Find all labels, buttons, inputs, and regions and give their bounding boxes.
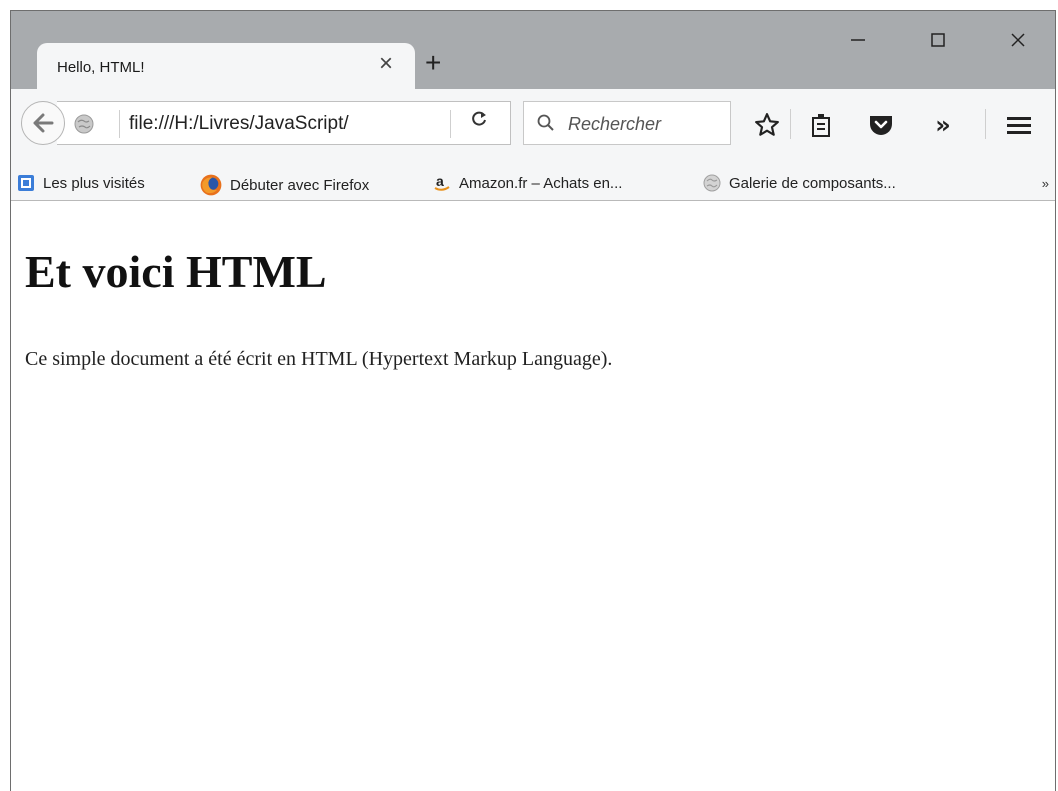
url-separator-reload [450, 110, 451, 138]
bookmarks-folder-icon [18, 175, 34, 191]
bookmark-getting-started[interactable]: Débuter avec Firefox [200, 174, 369, 196]
tab-hello-html[interactable]: Hello, HTML! × [37, 43, 415, 91]
maximize-icon[interactable] [923, 25, 953, 55]
globe-icon [703, 174, 721, 192]
more-tools-icon[interactable]: » [927, 109, 959, 141]
back-button[interactable] [21, 101, 65, 145]
bookmark-label: Les plus visités [43, 174, 145, 192]
hamburger-menu-icon[interactable] [1003, 109, 1035, 141]
page-heading: Et voici HTML [25, 246, 327, 297]
title-bar: Hello, HTML! × + [11, 11, 1055, 91]
site-identity-icon[interactable] [73, 113, 95, 140]
minimize-icon[interactable] [843, 25, 873, 55]
bookmark-label: Galerie de composants... [729, 174, 896, 192]
navigation-toolbar: file:///H:/Livres/JavaScript/ Rechercher… [11, 89, 1055, 169]
search-placeholder: Rechercher [568, 114, 662, 134]
bookmark-amazon[interactable]: a Amazon.fr – Achats en... [433, 174, 622, 192]
bookmark-star-icon[interactable] [751, 109, 783, 141]
bookmarks-overflow-icon[interactable]: » [1042, 176, 1049, 191]
close-tab-icon[interactable]: × [379, 52, 393, 76]
pocket-icon[interactable] [865, 109, 897, 141]
bookmark-label: Amazon.fr – Achats en... [459, 174, 623, 192]
reload-icon[interactable] [469, 109, 489, 135]
bookmark-component-gallery[interactable]: Galerie de composants... [703, 174, 896, 192]
toolbar-separator [985, 109, 986, 139]
firefox-icon [200, 174, 222, 196]
search-icon [536, 113, 556, 138]
url-bar[interactable]: file:///H:/Livres/JavaScript/ [57, 101, 511, 145]
toolbar-separator [790, 109, 791, 139]
svg-text:a: a [436, 174, 444, 189]
back-arrow-icon [33, 113, 54, 133]
new-tab-icon[interactable]: + [425, 49, 441, 77]
url-separator [119, 110, 120, 138]
bookmarks-menu-icon[interactable] [805, 109, 837, 141]
page-content: Et voici HTML Ce simple document a été é… [11, 201, 1055, 791]
amazon-icon: a [434, 174, 450, 191]
bookmark-label: Débuter avec Firefox [230, 176, 370, 194]
page-paragraph: Ce simple document a été écrit en HTML (… [25, 348, 613, 370]
bookmark-most-visited[interactable]: Les plus visités [17, 174, 145, 192]
search-input[interactable]: Rechercher [523, 101, 731, 145]
url-text[interactable]: file:///H:/Livres/JavaScript/ [129, 113, 349, 135]
browser-window: Hello, HTML! × + file:///H:/Livres/JavaS… [10, 10, 1056, 791]
close-window-icon[interactable] [1003, 25, 1033, 55]
bookmarks-toolbar: Les plus visités Débuter avec Firefox a … [11, 169, 1055, 201]
tab-title: Hello, HTML! [57, 59, 145, 76]
